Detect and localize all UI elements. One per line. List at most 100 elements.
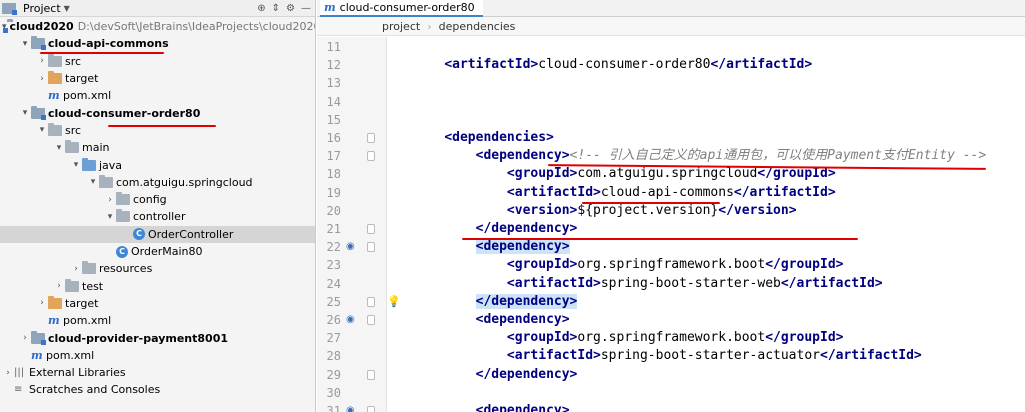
gear-icon[interactable]: ⚙ [286,3,295,14]
spring-gutter-icon[interactable]: ◉ [346,402,355,412]
tab-pom-xml[interactable]: m cloud-consumer-order80 [320,0,483,17]
chevron-down-icon[interactable]: ▼ [64,4,70,13]
code-line[interactable]: 31 ◉ <dependency> [317,402,1025,412]
tree-item-label: Scratches and Consoles [29,383,161,397]
tree-item[interactable]: ·COrderController [0,225,315,243]
chevron-down-icon[interactable]: ▾ [104,212,116,222]
tree-item[interactable]: › ||| External Libraries [0,364,315,381]
chevron-right-icon[interactable]: › [53,281,65,291]
tree-item[interactable]: ▾ cloud2020 D:\devSoft\JetBrains\IdeaProje… [0,18,315,35]
code-line[interactable]: 16 <dependencies> [317,129,1025,147]
chevron-down-icon[interactable]: ▾ [53,143,65,153]
chevron-right-icon[interactable]: › [36,74,48,84]
tree-item[interactable]: ▾ java [0,156,315,173]
tree-item[interactable]: ▾ cloud-consumer-order80 [0,105,315,122]
tree-item[interactable]: ▾ com.atguigu.springcloud [0,174,315,191]
chevron-down-icon[interactable]: ▾ [19,39,31,49]
code-line[interactable]: 29 </dependency> [317,366,1025,384]
hide-panel-icon[interactable]: — [301,3,311,14]
tree-item[interactable]: ·≡Scratches and Consoles [0,381,315,398]
chevron-right-icon[interactable]: › [19,333,31,343]
tree-item-label: target [65,72,99,86]
code-line[interactable]: 24 <artifactId>spring-boot-starter-web</… [317,275,1025,293]
code-line[interactable]: 27 <groupId>org.springframework.boot</gr… [317,329,1025,347]
code-line[interactable]: 20 <version>${project.version}</version> [317,202,1025,220]
tree-item[interactable]: › resources [0,260,315,277]
code-line[interactable]: 23 <groupId>org.springframework.boot</gr… [317,256,1025,274]
code-line[interactable]: 21 </dependency> [317,220,1025,238]
folder-blue-icon [82,157,96,171]
editor-area[interactable]: m cloud-consumer-order80 project › depen… [317,0,1025,412]
project-view-selector[interactable]: Project [23,2,61,15]
fold-marker-icon[interactable] [367,296,375,307]
chevron-right-icon[interactable]: › [36,298,48,308]
tree-item[interactable]: ▾ main [0,139,315,156]
tree-item[interactable]: › target [0,295,315,312]
fold-marker-icon[interactable] [367,242,375,253]
code-line[interactable]: 25 💡 </dependency> [317,293,1025,311]
tree-item[interactable]: › config [0,191,315,208]
code-line[interactable]: 12 <artifactId>cloud-consumer-order80</a… [317,56,1025,74]
fold-marker-icon[interactable] [367,133,375,143]
code-line[interactable]: 30 [317,384,1025,402]
chevron-right-icon[interactable]: › [2,368,14,378]
line-number: 26 [326,313,341,327]
fold-marker-icon[interactable] [367,151,375,162]
tree-item[interactable]: ·mpom.xml [0,347,315,364]
code-line[interactable]: 15 [317,111,1025,129]
code-line[interactable]: 22 ◉ <dependency> [317,238,1025,256]
fold-marker-icon[interactable] [367,224,375,234]
tree-item[interactable]: ·mpom.xml [0,87,315,104]
tree-item[interactable]: › cloud-provider-payment8001 [0,329,315,346]
scratches-icon: ≡ [14,384,23,396]
tree-item[interactable]: › src [0,53,315,70]
code-line[interactable]: 19 <artifactId>cloud-api-commons</artifa… [317,184,1025,202]
code-line[interactable]: 26 ◉ <dependency> [317,311,1025,329]
breadcrumb: project › dependencies [317,17,1025,36]
fold-marker-icon[interactable] [367,406,375,412]
tree-item[interactable]: › target [0,70,315,87]
chevron-right-icon[interactable]: › [104,195,116,205]
chevron-down-icon[interactable]: ▾ [36,125,48,135]
breadcrumb-item-dependencies[interactable]: dependencies [439,20,516,33]
tree-item[interactable]: ·mpom.xml [0,312,315,329]
spring-gutter-icon[interactable]: ◉ [346,311,355,329]
lightbulb-icon[interactable]: 💡 [387,295,401,309]
tree-item[interactable]: ·COrderMain80 [0,243,315,260]
code-line[interactable]: 17 <dependency><!-- 引入自己定义的api通用包，可以使用Pa… [317,147,1025,165]
xml-tag: <artifactId> [506,348,601,364]
editor-tab-bar: m cloud-consumer-order80 [317,0,1025,17]
line-number: 29 [326,367,341,382]
tree-item[interactable]: › test [0,278,315,295]
module-folder-icon [31,105,46,120]
fold-marker-icon[interactable] [367,315,375,325]
xml-tag: artifactId [726,57,805,73]
chevron-down-icon[interactable]: ▾ [70,160,82,170]
class-icon: C [116,245,128,258]
code-line[interactable]: 11 [317,38,1025,56]
chevron-right-icon[interactable]: › [70,264,82,274]
breadcrumb-item-project[interactable]: project [382,20,420,33]
collapse-all-icon[interactable]: ⇕ [272,3,280,14]
tree-item[interactable]: ▾ controller [0,208,315,225]
line-number: 30 [326,385,341,400]
code-text: <dependency> [413,311,570,329]
spring-gutter-icon[interactable]: ◉ [346,238,355,256]
xml-tag: </groupId> [765,330,844,346]
chevron-down-icon[interactable]: ▾ [87,177,99,187]
fold-marker-icon[interactable] [367,369,375,380]
code-line[interactable]: 28 <artifactId>spring-boot-starter-actua… [317,347,1025,365]
xml-tag: <groupId> [506,166,578,182]
tree-item[interactable]: ▾ cloud-api-commons [0,35,315,52]
chevron-down-icon[interactable]: ▾ [19,108,31,118]
locate-file-icon[interactable]: ⊕ [257,3,265,14]
code-line[interactable]: 14 [317,93,1025,111]
chevron-right-icon[interactable]: › [36,56,48,66]
code-line[interactable]: 13 [317,74,1025,92]
